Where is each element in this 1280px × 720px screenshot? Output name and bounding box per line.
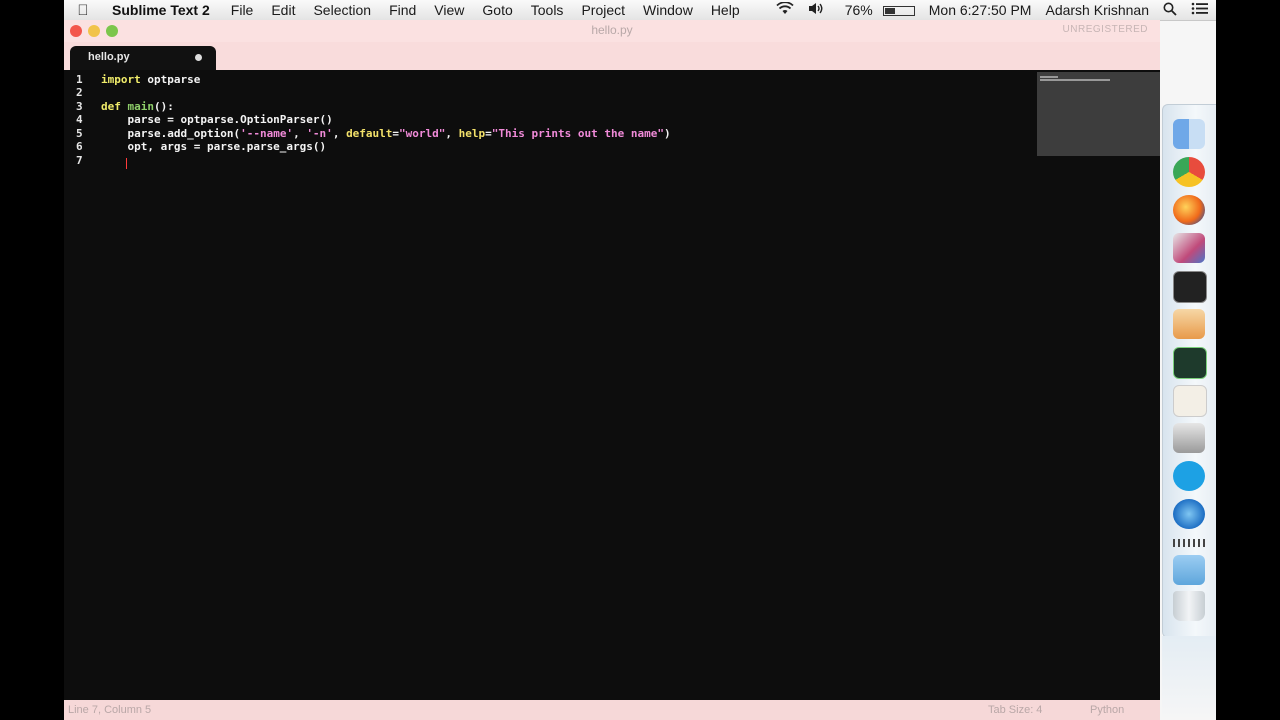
string-token: '--name' <box>240 127 294 140</box>
menu-edit[interactable]: Edit <box>262 2 304 18</box>
textedit-icon[interactable] <box>1173 385 1207 417</box>
spotlight-search-icon[interactable] <box>1156 2 1184 19</box>
menu-find[interactable]: Find <box>380 2 425 18</box>
sublime-icon[interactable] <box>1173 309 1205 339</box>
keyword-token: def <box>101 100 121 113</box>
line-number: 6 <box>76 140 83 153</box>
minimap-line <box>1040 76 1058 78</box>
window-title: hello.py <box>591 23 633 37</box>
code-token: , <box>332 127 347 140</box>
dock <box>1162 104 1216 638</box>
tab-size-selector[interactable]: Tab Size: 4 <box>988 704 1042 716</box>
code-line-4: parse = optparse.OptionParser() <box>101 113 333 126</box>
skype-icon[interactable] <box>1173 461 1205 491</box>
folder-icon[interactable] <box>1173 555 1205 585</box>
cursor-position: Line 7, Column 5 <box>68 704 152 716</box>
minimap[interactable] <box>1037 72 1160 156</box>
code-line-1: import optparse <box>101 73 200 86</box>
menu-help[interactable]: Help <box>702 2 749 18</box>
code-token: = <box>485 127 492 140</box>
menu-project[interactable]: Project <box>572 2 634 18</box>
chrome-icon[interactable] <box>1173 157 1205 187</box>
photo-icon[interactable] <box>1173 423 1205 453</box>
battery-percent: 76% <box>844 2 873 18</box>
line-number: 4 <box>76 113 83 126</box>
menubar-clock[interactable]: Mon 6:27:50 PM <box>922 2 1039 18</box>
dock-reflection <box>1162 636 1216 720</box>
screen:  Sublime Text 2 File Edit Selection Fin… <box>0 0 1280 720</box>
app-menu[interactable]: Sublime Text 2 <box>102 2 222 18</box>
menu-goto[interactable]: Goto <box>473 2 521 18</box>
volume-icon[interactable] <box>801 2 831 18</box>
apple-menu-icon[interactable]:  <box>64 2 102 19</box>
menu-view[interactable]: View <box>425 2 473 18</box>
keyword-token: import <box>101 73 141 86</box>
menu-tools[interactable]: Tools <box>522 2 573 18</box>
menubar-status-area: 76% Mon 6:27:50 PM Adarsh Krishnan <box>769 0 1216 20</box>
safari-icon[interactable] <box>1173 499 1205 529</box>
syntax-selector[interactable]: Python <box>1090 704 1124 716</box>
notification-center-icon[interactable] <box>1184 2 1216 18</box>
code-line-3: def main(): <box>101 100 174 113</box>
unsaved-dot-icon[interactable] <box>195 54 202 61</box>
function-name-token: main <box>127 100 155 113</box>
battery-indicator[interactable]: 76% <box>831 2 922 18</box>
string-token: "This prints out the name" <box>491 127 664 140</box>
firefox-icon[interactable] <box>1173 195 1205 225</box>
menubar:  Sublime Text 2 File Edit Selection Fin… <box>64 0 1216 21</box>
text-cursor <box>126 158 127 169</box>
menu-window[interactable]: Window <box>634 2 702 18</box>
letterbox-left <box>0 0 64 720</box>
code-line-5: parse.add_option('--name', '-n', default… <box>101 127 671 140</box>
trash-icon[interactable] <box>1173 591 1205 621</box>
tab-hello-py[interactable]: hello.py <box>70 46 216 70</box>
tab-bar: hello.py <box>64 42 1160 70</box>
menu-file[interactable]: File <box>222 2 263 18</box>
code-token: , <box>445 127 459 140</box>
code-line-6: opt, args = parse.parse_args() <box>101 140 327 153</box>
terminal-icon[interactable] <box>1173 271 1207 303</box>
letterbox-right <box>1216 0 1280 720</box>
line-number: 1 <box>76 73 83 86</box>
desktop:  Sublime Text 2 File Edit Selection Fin… <box>64 0 1216 720</box>
code-token: ) <box>663 127 671 140</box>
window-titlebar[interactable]: hello.py UNREGISTERED <box>64 20 1160 42</box>
menu-selection[interactable]: Selection <box>304 2 380 18</box>
code-token: , <box>293 127 307 140</box>
argument-token: default <box>346 127 393 140</box>
code-token: (): <box>154 100 174 113</box>
string-token: "world" <box>399 127 446 140</box>
sublime-window: hello.py UNREGISTERED hello.py 1 2 3 4 5… <box>64 20 1160 720</box>
line-number: 3 <box>76 100 83 113</box>
preview-icon[interactable] <box>1173 233 1205 263</box>
argument-token: help <box>458 127 486 140</box>
line-number: 2 <box>76 86 83 99</box>
code-token: parse.add_option( <box>101 127 241 140</box>
code-editor[interactable]: 1 2 3 4 5 6 7 import optparse def main()… <box>64 70 1160 700</box>
code-token: optparse <box>140 73 201 86</box>
minimap-line <box>1040 79 1110 81</box>
tab-label: hello.py <box>88 51 130 63</box>
unregistered-label: UNREGISTERED <box>1062 24 1148 35</box>
line-number: 5 <box>76 127 83 140</box>
line-number: 7 <box>76 154 83 167</box>
line-number-gutter: 1 2 3 4 5 6 7 <box>64 70 92 700</box>
status-bar: Line 7, Column 5 Tab Size: 4 Python <box>64 700 1160 720</box>
finder-icon[interactable] <box>1173 119 1205 149</box>
dock-separator <box>1173 539 1207 547</box>
battery-icon <box>882 6 915 17</box>
wifi-icon[interactable] <box>769 1 801 18</box>
activity-monitor-icon[interactable] <box>1173 347 1207 379</box>
menubar-user[interactable]: Adarsh Krishnan <box>1038 2 1156 18</box>
string-token: '-n' <box>306 127 333 140</box>
